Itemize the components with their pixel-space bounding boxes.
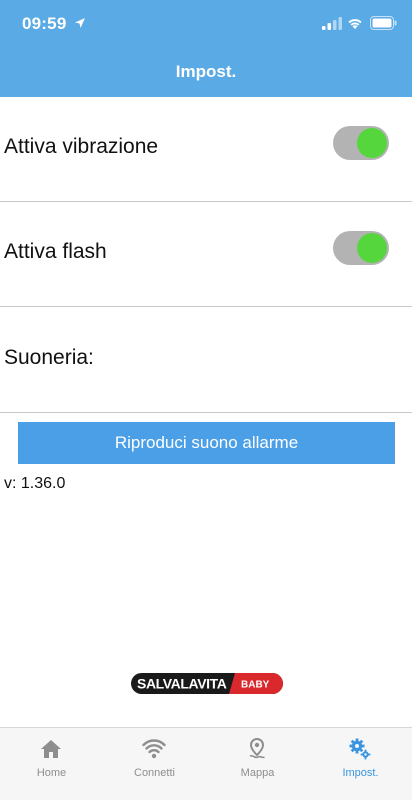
vibration-setting-row: Attiva vibrazione (0, 97, 412, 202)
battery-icon (370, 16, 397, 30)
vibration-toggle[interactable] (333, 126, 389, 160)
home-icon (41, 740, 61, 758)
svg-text:SALVALAVITA: SALVALAVITA (137, 676, 227, 692)
tab-label: Mappa (240, 767, 275, 779)
page-title: Impost. (175, 62, 237, 81)
play-alarm-sound-button[interactable]: Riproduci suono allarme (18, 422, 395, 464)
tab-label: Connetti (134, 767, 175, 779)
tab-label: Home (36, 767, 67, 779)
tab-connect[interactable]: Connetti (103, 728, 206, 800)
toggle-knob (357, 233, 387, 263)
flash-label: Attiva flash (4, 240, 107, 263)
app-version: v: 1.36.0 (4, 475, 66, 492)
ringtone-label: Suoneria: (4, 346, 94, 369)
tab-label: Impost. (342, 767, 379, 779)
vibration-label: Attiva vibrazione (4, 135, 159, 158)
tab-settings[interactable]: Impost. (309, 728, 412, 800)
svg-text:BABY: BABY (241, 680, 270, 691)
salvalavita-baby-logo: SALVALAVITA BABY (131, 673, 283, 694)
cellular-signal-icon (322, 17, 342, 30)
map-pin-icon (249, 737, 265, 759)
flash-setting-row: Attiva flash (0, 202, 412, 307)
location-arrow-icon (75, 18, 85, 28)
gears-icon (349, 738, 371, 760)
wifi-icon (142, 739, 166, 759)
bottom-tab-bar: Home Connetti Mappa Impost. (0, 727, 412, 800)
tab-home[interactable]: Home (0, 728, 103, 800)
wifi-status-icon (348, 19, 362, 29)
tab-map[interactable]: Mappa (206, 728, 309, 800)
status-bar: 09:59 (0, 0, 412, 48)
status-time: 09:59 (22, 14, 67, 33)
toggle-knob (357, 128, 387, 158)
flash-toggle[interactable] (333, 231, 389, 265)
header-bar: 09:59 Impost. (0, 0, 412, 97)
ringtone-setting-row[interactable]: Suoneria: (0, 308, 412, 413)
